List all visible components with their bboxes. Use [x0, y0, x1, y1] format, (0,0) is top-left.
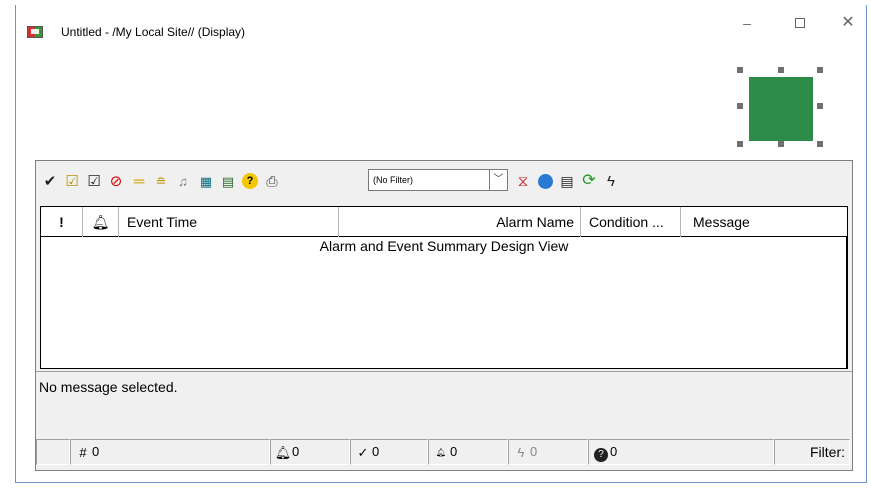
- status-unknown: ? 0: [588, 439, 774, 465]
- filter-select[interactable]: (No Filter): [368, 169, 490, 191]
- status-in-alarm: 🔔︎0: [270, 439, 350, 465]
- title-bar[interactable]: Untitled - /My Local Site// (Display) – …: [16, 5, 866, 45]
- col-bell[interactable]: 🔔︎: [83, 207, 119, 237]
- acknowledge-selected-icon[interactable]: ☑: [84, 171, 104, 191]
- message-text: No message selected.: [39, 379, 178, 395]
- bolt-disabled-icon: ϟ: [517, 444, 525, 460]
- display-window: Untitled - /My Local Site// (Display) – …: [15, 5, 867, 483]
- alarm-grid[interactable]: ! 🔔︎ Event Time Alarm Name Condition ...…: [40, 206, 848, 369]
- close-button[interactable]: ✕: [833, 13, 863, 33]
- maximize-button[interactable]: [785, 13, 815, 33]
- clear-filter-icon[interactable]: ⧖: [513, 171, 533, 191]
- help-icon-glyph: ?: [242, 173, 258, 189]
- status-bar: #0 🔔︎0 ✓ 0 🔔︎ 0 ϟ0 ? 0 Filter:: [36, 436, 852, 470]
- summary-toolbar: ✔ ☑ ☑ ⊘ ═ ≘ ♫ ▦ ▤ ? ⎙ (No Filter) ﹀ ⧖ ▤ …: [36, 161, 852, 201]
- status-cell-blank: [36, 439, 70, 465]
- equal-icon[interactable]: ═: [129, 171, 149, 191]
- status-low-value: 0: [450, 444, 458, 459]
- selection-handle-top[interactable]: [778, 67, 784, 73]
- status-low: 🔔︎ 0: [428, 439, 508, 465]
- grid-header: ! 🔔︎ Event Time Alarm Name Condition ...…: [41, 207, 847, 237]
- selection-handle-bottom-left[interactable]: [737, 141, 743, 147]
- help-icon[interactable]: ?: [240, 171, 260, 191]
- col-message[interactable]: Message: [681, 207, 847, 237]
- col-priority[interactable]: !: [41, 207, 83, 237]
- message-panel: No message selected.: [36, 371, 852, 433]
- selection-handle-right[interactable]: [817, 103, 823, 109]
- small-bell-icon: 🔔︎: [435, 447, 447, 457]
- selected-green-rectangle[interactable]: [749, 77, 813, 141]
- status-filter: Filter:: [774, 439, 850, 465]
- alarm-event-summary[interactable]: ✔ ☑ ☑ ⊘ ═ ≘ ♫ ▦ ▤ ? ⎙ (No Filter) ﹀ ⧖ ▤ …: [35, 160, 853, 471]
- question-icon: ?: [592, 441, 610, 465]
- window-title: Untitled - /My Local Site// (Display): [61, 25, 246, 39]
- selection-handle-bottom-right[interactable]: [817, 141, 823, 147]
- hash-icon: #: [79, 444, 87, 460]
- silence-bell-icon[interactable]: ♫: [173, 171, 193, 191]
- disable-icon[interactable]: ⊘: [106, 171, 126, 191]
- find-icon-glyph: [537, 173, 553, 189]
- check-bolt-icon: ✓: [357, 444, 369, 460]
- bell-icon: 🔔︎: [91, 214, 110, 230]
- status-acknowledged-value: 0: [372, 444, 380, 459]
- acknowledge-page-icon[interactable]: ☑: [62, 171, 82, 191]
- selection-handle-bottom[interactable]: [778, 141, 784, 147]
- maximize-icon: [795, 18, 805, 28]
- status-unknown-value: 0: [610, 444, 618, 459]
- acknowledge-icon[interactable]: ✔: [40, 171, 60, 191]
- selection-handle-left[interactable]: [737, 103, 743, 109]
- alarm-detail-icon[interactable]: ▦: [196, 171, 216, 191]
- col-condition[interactable]: Condition ...: [581, 207, 681, 237]
- sort-icon[interactable]: ≘: [151, 171, 171, 191]
- chevron-down-icon[interactable]: ﹀: [490, 169, 508, 191]
- minimize-button[interactable]: –: [732, 13, 762, 33]
- status-disabled-value: 0: [530, 444, 538, 459]
- status-disabled: ϟ0: [508, 439, 588, 465]
- list-icon[interactable]: ▤: [557, 171, 577, 191]
- bell-icon: 🔔︎: [274, 444, 292, 460]
- print-icon[interactable]: ⎙: [262, 171, 282, 191]
- properties-icon[interactable]: ▤: [218, 171, 238, 191]
- status-total-value: 0: [92, 444, 100, 459]
- status-in-alarm-value: 0: [292, 444, 300, 459]
- execute-icon[interactable]: ϟ: [601, 171, 621, 191]
- find-icon[interactable]: [535, 171, 555, 191]
- status-total: #0: [70, 439, 270, 465]
- selection-handle-top-right[interactable]: [817, 67, 823, 73]
- design-view-label: Alarm and Event Summary Design View: [319, 238, 569, 254]
- selection-handle-top-left[interactable]: [737, 67, 743, 73]
- col-event-time[interactable]: Event Time: [119, 207, 339, 237]
- display-app-icon: [27, 26, 43, 38]
- col-alarm-name[interactable]: Alarm Name: [339, 207, 581, 237]
- question-icon-glyph: ?: [594, 447, 608, 462]
- refresh-icon[interactable]: ⟳: [579, 171, 599, 191]
- status-acknowledged: ✓ 0: [350, 439, 428, 465]
